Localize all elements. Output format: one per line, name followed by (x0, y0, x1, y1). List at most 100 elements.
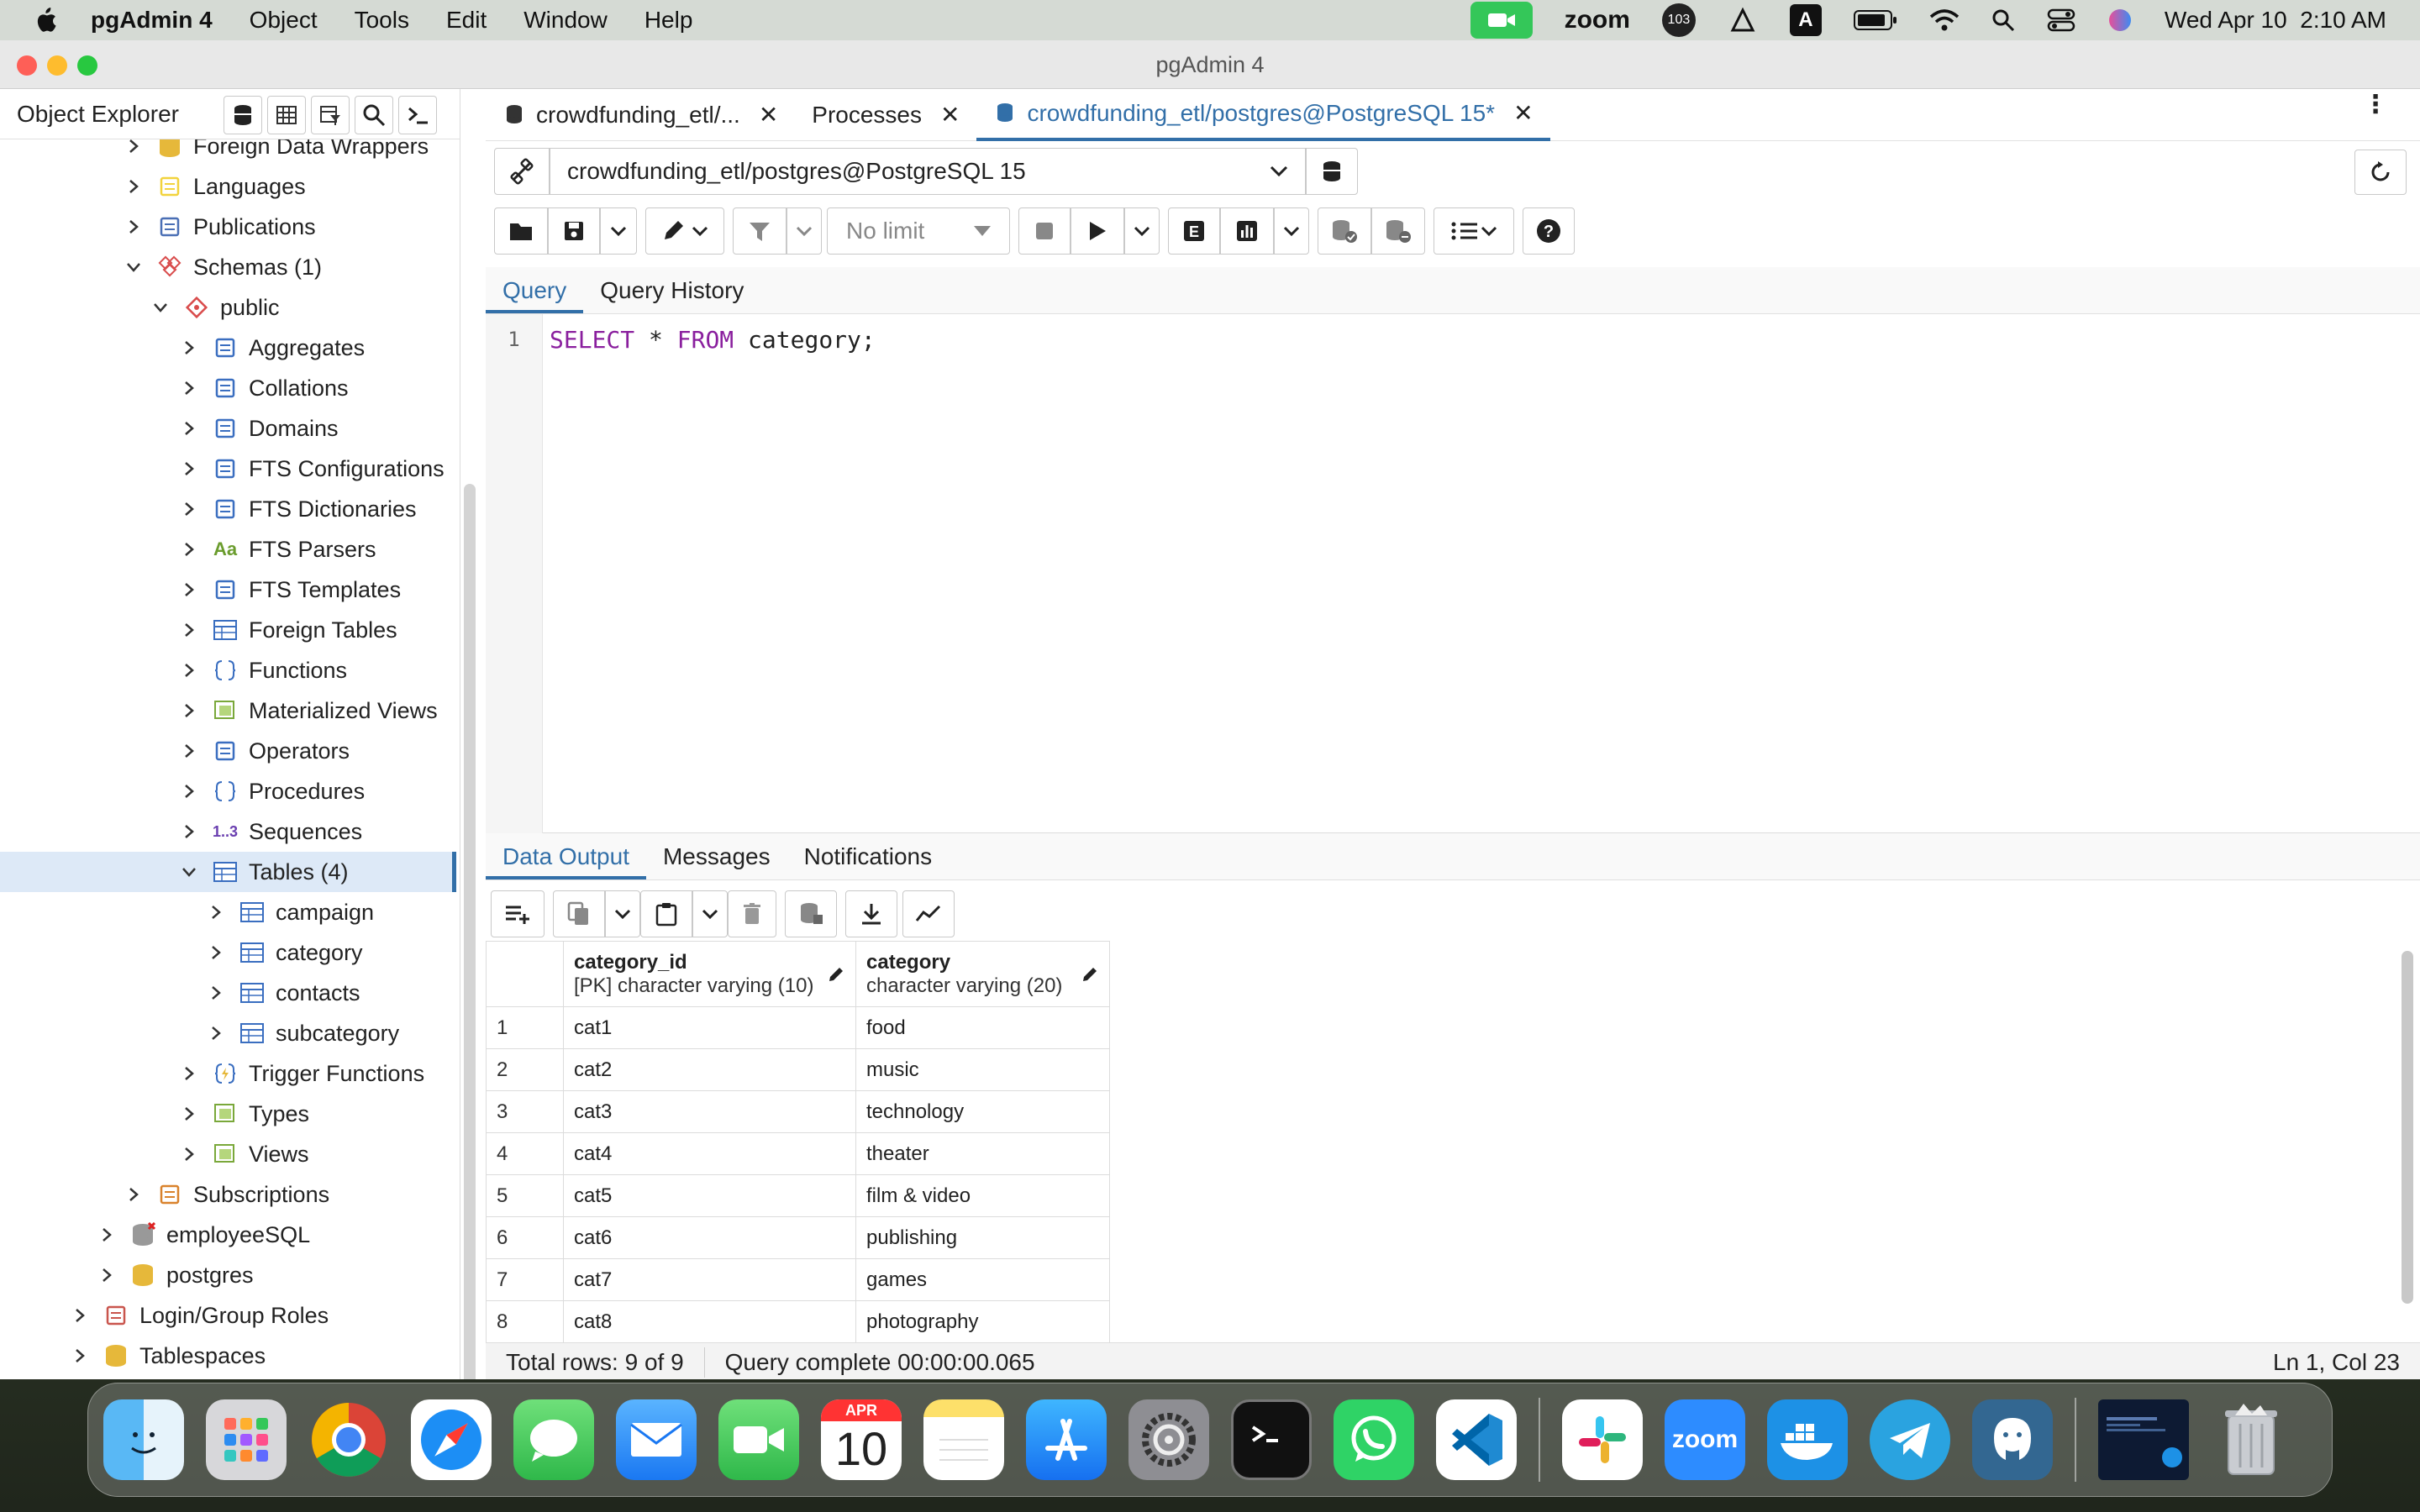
tree-item-foreign-data-wrappers[interactable]: Foreign Data Wrappers (126, 139, 429, 166)
cell-category-id[interactable]: cat4 (563, 1132, 856, 1175)
notification-badge[interactable]: 103 (1661, 3, 1696, 37)
chevron-right-icon[interactable] (182, 824, 197, 839)
tab-query[interactable]: Query (486, 267, 584, 313)
chevron-right-icon[interactable] (208, 905, 224, 920)
cell-category-id[interactable]: cat1 (563, 1006, 856, 1049)
dock-finder[interactable] (103, 1399, 184, 1480)
chevron-right-icon[interactable] (126, 1187, 141, 1202)
table-row[interactable]: 8 cat8 photography (486, 1300, 1110, 1343)
grid-scrollbar[interactable] (2402, 951, 2413, 1304)
chevron-down-icon[interactable] (126, 260, 141, 275)
chevron-right-icon[interactable] (182, 743, 197, 759)
tree-item-subscriptions[interactable]: Subscriptions (126, 1174, 329, 1215)
tab-crowdfunding-properties[interactable]: crowdfunding_etl/... ✕ (486, 89, 795, 141)
tree-item-domains[interactable]: Domains (182, 408, 339, 449)
menu-window[interactable]: Window (523, 7, 608, 34)
graph-visualiser-button[interactable] (902, 890, 955, 937)
dock-pgadmin[interactable] (1972, 1399, 2053, 1480)
table-row[interactable]: 6 cat6 publishing (486, 1216, 1110, 1259)
menu-tools[interactable]: Tools (355, 7, 409, 34)
cell-category-id[interactable]: cat5 (563, 1174, 856, 1217)
cell-category[interactable]: games (855, 1258, 1110, 1301)
chevron-right-icon[interactable] (182, 703, 197, 718)
tree-item-types[interactable]: Types (182, 1094, 309, 1134)
cell-category-id[interactable]: cat8 (563, 1300, 856, 1343)
extension-icon[interactable] (1728, 5, 1758, 35)
tree-item-aggregates[interactable]: Aggregates (182, 328, 365, 368)
tree-item-operators[interactable]: Operators (182, 731, 350, 771)
connection-status-button[interactable] (494, 148, 550, 195)
tree-item-views[interactable]: Views (182, 1134, 309, 1174)
tree-item-collations[interactable]: Collations (182, 368, 349, 408)
cell-category[interactable]: photography (855, 1300, 1110, 1343)
table-row[interactable]: 1 cat1 food (486, 1006, 1110, 1049)
cell-category-id[interactable]: cat6 (563, 1216, 856, 1259)
chevron-right-icon[interactable] (182, 340, 197, 355)
filtered-rows-button[interactable] (311, 96, 350, 134)
chevron-down-icon[interactable] (153, 300, 168, 315)
dock-system-settings[interactable] (1128, 1399, 1209, 1480)
refresh-button[interactable] (2354, 150, 2407, 195)
tree-item-tables-4[interactable]: Tables (4) (0, 852, 456, 892)
facetime-status-icon[interactable] (1470, 2, 1533, 39)
edit-button[interactable] (645, 207, 724, 255)
tree-item-fts-configurations[interactable]: FTS Configurations (182, 449, 445, 489)
tree-item-fts-dictionaries[interactable]: FTS Dictionaries (182, 489, 417, 529)
explain-button[interactable]: E (1168, 207, 1220, 255)
menu-help[interactable]: Help (644, 7, 693, 34)
close-tab-icon[interactable]: ✕ (1513, 99, 1533, 127)
spotlight-icon[interactable] (1991, 8, 2015, 32)
sql-code[interactable]: SELECT * FROM category; (550, 326, 876, 354)
dock-notes[interactable] (923, 1399, 1004, 1480)
apple-icon[interactable] (34, 7, 57, 34)
cell-category[interactable]: music (855, 1048, 1110, 1091)
tree-item-employeesql[interactable]: employeeSQL (99, 1215, 310, 1255)
zoom-status-label[interactable]: zoom (1565, 6, 1630, 34)
dock-whatsapp[interactable] (1334, 1399, 1414, 1480)
chevron-right-icon[interactable] (99, 1268, 114, 1283)
tree-item-trigger-functions[interactable]: Trigger Functions (182, 1053, 424, 1094)
chevron-right-icon[interactable] (208, 985, 224, 1000)
tree-item-contacts[interactable]: contacts (208, 973, 360, 1013)
dock-safari[interactable] (411, 1399, 492, 1480)
new-connection-button[interactable] (1306, 148, 1358, 195)
column-header-category-id[interactable]: category_id [PK] character varying (10) (563, 941, 856, 1007)
column-header-category[interactable]: category character varying (20) (855, 941, 1110, 1007)
tree-item-tablespaces[interactable]: Tablespaces (72, 1336, 266, 1376)
dock-trash[interactable] (2211, 1399, 2291, 1480)
cell-category[interactable]: film & video (855, 1174, 1110, 1217)
chevron-right-icon[interactable] (182, 421, 197, 436)
dock-facetime[interactable] (718, 1399, 799, 1480)
dock-chrome[interactable] (308, 1399, 389, 1480)
dock-slack[interactable] (1562, 1399, 1643, 1480)
dock-messages[interactable] (513, 1399, 594, 1480)
tree-item-fts-templates[interactable]: FTS Templates (182, 570, 401, 610)
table-row[interactable]: 4 cat4 theater (486, 1132, 1110, 1175)
cell-category-id[interactable]: cat7 (563, 1258, 856, 1301)
filter-button[interactable] (733, 207, 786, 255)
dock-vscode[interactable] (1436, 1399, 1517, 1480)
tree-item-publications[interactable]: Publications (126, 207, 316, 247)
cell-category[interactable]: food (855, 1006, 1110, 1049)
tree-item-login-group-roles[interactable]: Login/Group Roles (72, 1295, 329, 1336)
tree-item-postgres[interactable]: postgres (99, 1255, 254, 1295)
close-tab-icon[interactable]: ✕ (940, 101, 960, 129)
input-source-icon[interactable]: A (1789, 4, 1822, 36)
sql-editor[interactable]: 1 SELECT * FROM category; (486, 314, 2420, 833)
dock-calendar[interactable]: APR 10 (821, 1399, 902, 1480)
delete-row-button[interactable] (728, 890, 776, 937)
rollback-button[interactable] (1371, 207, 1425, 255)
chevron-right-icon[interactable] (182, 381, 197, 396)
tree-item-fts-parsers[interactable]: Aa FTS Parsers (182, 529, 376, 570)
chevron-right-icon[interactable] (72, 1308, 87, 1323)
row-limit-select[interactable]: No limit (827, 207, 1010, 255)
view-data-button[interactable] (267, 96, 306, 134)
add-row-button[interactable] (491, 890, 544, 937)
dock-mail[interactable] (616, 1399, 697, 1480)
chevron-right-icon[interactable] (126, 179, 141, 194)
menu-object[interactable]: Object (250, 7, 318, 34)
commit-button[interactable] (1318, 207, 1371, 255)
copy-options-button[interactable] (605, 890, 640, 937)
cell-category[interactable]: theater (855, 1132, 1110, 1175)
dock-recent-window[interactable] (2098, 1399, 2189, 1480)
